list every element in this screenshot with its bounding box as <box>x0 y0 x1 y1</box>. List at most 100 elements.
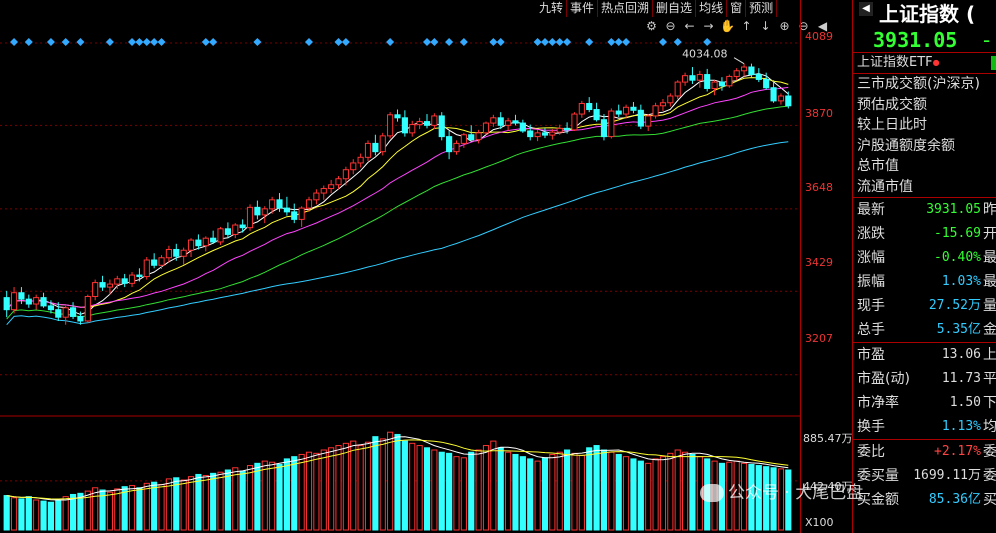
candle-body <box>232 224 239 235</box>
volume-bar <box>128 485 136 531</box>
event-marker-icon <box>341 38 350 46</box>
valuation-row: 市盈(动) 11.73 平 <box>853 367 996 391</box>
row-label: 最新 <box>857 202 885 218</box>
candle-body <box>711 81 718 89</box>
etf-link[interactable]: 上证指数ETF● <box>853 53 996 74</box>
candle-body <box>630 106 637 111</box>
candle-body <box>785 95 792 107</box>
candle-body <box>92 282 99 298</box>
candle-body <box>763 78 770 89</box>
row-tail: 委 <box>983 444 996 460</box>
row-tail: 昨 <box>983 202 996 218</box>
row-label: 委买量 <box>857 468 899 484</box>
arrow-left-icon[interactable]: ← <box>680 18 699 35</box>
candle-body <box>637 109 644 127</box>
index-name: 上证指数 <box>879 2 959 26</box>
event-marker-icon <box>46 38 55 46</box>
candle-body <box>652 105 659 117</box>
orders-row: 委比 +2.17% 委 <box>853 440 996 464</box>
row-label: 买金额 <box>857 492 899 508</box>
event-marker-icon <box>386 38 395 46</box>
event-marker-icon <box>209 38 218 46</box>
volume-bar <box>630 458 637 531</box>
candle-body <box>77 315 84 322</box>
row-tail: 开 <box>983 226 996 242</box>
quote-row: 总手 5.35亿金 <box>853 318 996 342</box>
event-marker-icon <box>334 38 343 46</box>
candle-body <box>623 106 630 115</box>
volume-bar <box>298 453 305 531</box>
pin-icon[interactable]: ◀ <box>859 2 873 16</box>
candle-body <box>320 188 327 194</box>
forecast-button[interactable]: 预测 <box>746 0 778 17</box>
candle-body <box>128 274 136 284</box>
circle-minus-icon[interactable]: ⊖ <box>661 18 680 35</box>
candle-body <box>608 110 615 138</box>
candle-body <box>217 228 224 243</box>
candle-body <box>106 283 114 288</box>
hot-review-button[interactable]: 热点回溯 <box>598 0 654 17</box>
arrow-up-icon[interactable]: ↑ <box>737 18 756 35</box>
volume-bar <box>667 452 674 531</box>
volume-bar <box>342 442 349 531</box>
candle-body <box>770 87 777 102</box>
volume-bar <box>460 457 467 531</box>
remove-watchlist-button[interactable]: 删自选 <box>653 0 697 17</box>
candle-body <box>586 103 593 111</box>
candle-body <box>121 278 128 284</box>
volume-bar <box>350 440 357 531</box>
row-value: -15.69 <box>934 226 981 241</box>
volume-bar <box>283 458 290 531</box>
moving-average-button[interactable]: 均线 <box>696 0 728 17</box>
candle-body <box>47 305 55 311</box>
volume-bar <box>505 451 512 531</box>
event-marker-icon <box>496 38 505 46</box>
candle-body <box>99 282 106 288</box>
volume-bar <box>195 473 202 531</box>
etf-indicator <box>991 56 996 70</box>
quote-row: 振幅 1.03% 最 <box>853 270 996 294</box>
volume-bar <box>482 445 490 531</box>
candle-body <box>151 259 158 266</box>
kline-chart[interactable]: 4034.08 <box>0 0 800 533</box>
volume-bar <box>313 452 320 531</box>
row-tail: 下 <box>983 395 996 411</box>
candle-body <box>667 95 674 104</box>
settings-icon[interactable]: ⚙ <box>642 18 661 35</box>
watermark-text: 公众号 · 大尾巴盘 <box>728 483 864 503</box>
volume-bar <box>92 487 99 531</box>
candle-body <box>143 259 150 278</box>
candle-body <box>305 199 313 209</box>
volume-bar <box>180 479 187 531</box>
events-button[interactable]: 事件 <box>567 0 599 17</box>
event-marker-icon <box>585 38 594 46</box>
arrow-down-icon[interactable]: ↓ <box>756 18 775 35</box>
zoom-in-icon[interactable]: ⊕ <box>775 18 794 35</box>
volume-bar <box>556 451 563 531</box>
candle-body <box>254 206 261 216</box>
candle-body <box>246 206 254 229</box>
candle-body <box>62 307 69 318</box>
kline-svg[interactable]: 4034.08 <box>0 0 800 533</box>
volume-bar <box>401 440 408 531</box>
arrow-right-icon[interactable]: → <box>699 18 718 35</box>
hand-icon[interactable]: ✋ <box>718 18 737 35</box>
row-tail: 平 <box>983 371 996 387</box>
candle-body <box>224 228 231 235</box>
candle-body <box>748 66 755 76</box>
volume-bar <box>62 496 69 531</box>
volume-bar <box>357 445 364 531</box>
event-marker-icon <box>150 38 159 46</box>
window-button[interactable]: 窗 <box>727 0 747 17</box>
row-value: 1.03% <box>941 274 981 289</box>
volume-bar <box>33 499 40 531</box>
row-label: 市盈 <box>857 347 885 363</box>
volume-bar <box>475 449 482 531</box>
candle-body <box>409 124 416 134</box>
volume-bar <box>335 445 342 531</box>
candle-body <box>726 75 733 87</box>
jiuzhuan-button[interactable]: 九转 <box>536 0 568 17</box>
volume-bar <box>394 433 401 531</box>
quote-row: 现手 27.52万量 <box>853 294 996 318</box>
event-marker-icon <box>548 38 557 46</box>
